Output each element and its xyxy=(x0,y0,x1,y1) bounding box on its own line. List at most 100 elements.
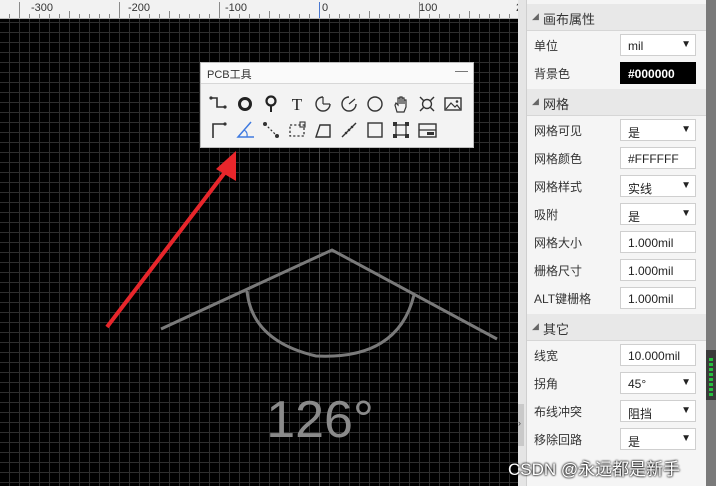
row-snap-size: 栅格尺寸 1.000mil xyxy=(527,256,707,284)
ruler-tick xyxy=(509,14,510,18)
meter-bar xyxy=(709,383,713,386)
background-color-field[interactable]: #000000 xyxy=(620,62,696,84)
grid-size-input[interactable]: 1.000mil xyxy=(620,231,696,253)
grid-visible-label: 网格可见 xyxy=(534,124,583,138)
corner-select[interactable]: 45° ▼ xyxy=(620,372,696,394)
ruler-tick xyxy=(199,14,200,18)
snap-size-input[interactable]: 1.000mil xyxy=(620,259,696,281)
chevron-down-icon: ▼ xyxy=(681,208,691,219)
pad-icon[interactable] xyxy=(234,93,256,115)
arc-icon[interactable] xyxy=(312,93,334,115)
section-canvas-properties[interactable]: ◢ 画布属性 xyxy=(527,4,707,31)
ruler-tick xyxy=(459,14,460,18)
ruler-tick xyxy=(379,14,380,18)
ruler-tick xyxy=(69,11,70,18)
ruler-tick xyxy=(19,2,20,18)
grid-style-label: 网格样式 xyxy=(534,180,583,194)
meter-bar xyxy=(709,378,713,381)
chevron-down-icon: ▼ xyxy=(681,433,691,444)
ruler-tick xyxy=(9,14,10,18)
snap-select[interactable]: 是 ▼ xyxy=(620,203,696,225)
row-grid-style: 网格样式 实线 ▼ xyxy=(527,172,707,200)
grid-style-select[interactable]: 实线 ▼ xyxy=(620,175,696,197)
connect-icon[interactable] xyxy=(260,119,282,141)
line-width-label: 线宽 xyxy=(534,349,559,363)
ruler-tick xyxy=(339,14,340,18)
arrow-shaft xyxy=(105,169,228,329)
ruler-tick xyxy=(439,14,440,18)
ruler-tick xyxy=(149,14,150,18)
ruler-tick xyxy=(229,14,230,18)
ruler-tick xyxy=(389,14,390,18)
unit-select[interactable]: mil ▼ xyxy=(620,34,696,56)
ruler-tick xyxy=(89,14,90,18)
section-other[interactable]: ◢ 其它 xyxy=(527,314,707,341)
section-grid[interactable]: ◢ 网格 xyxy=(527,89,707,116)
pan-hand-icon[interactable] xyxy=(390,93,412,115)
row-grid-visible: 网格可见 是 ▼ xyxy=(527,116,707,144)
section-title: 画布属性 xyxy=(543,12,596,27)
ruler-tick xyxy=(279,14,280,18)
layout-icon[interactable] xyxy=(416,119,438,141)
meter-bar xyxy=(709,363,713,366)
dimension-icon[interactable] xyxy=(338,119,360,141)
corner-label: 拐角 xyxy=(534,377,559,391)
track-icon[interactable] xyxy=(208,93,230,115)
ruler-tick xyxy=(259,14,260,18)
polygon-icon[interactable] xyxy=(312,119,334,141)
ruler-tick xyxy=(209,14,210,18)
ruler-tick xyxy=(499,14,500,18)
unit-label: 单位 xyxy=(534,39,559,53)
ruler-tick xyxy=(359,14,360,18)
image-origin-icon[interactable] xyxy=(416,93,438,115)
text-icon[interactable]: T xyxy=(286,93,308,115)
snap-label: 吸附 xyxy=(534,208,559,222)
ruler-tick xyxy=(79,14,80,18)
ruler-tick xyxy=(139,14,140,18)
properties-panel: ◢ 画布属性 单位 mil ▼ 背景色 #000000 ◢ 网格 网格可见 是 ▼ … xyxy=(526,0,707,486)
arc-ccw-icon[interactable] xyxy=(338,93,360,115)
copper-area-icon[interactable] xyxy=(390,119,412,141)
ruler-tick xyxy=(249,14,250,18)
ruler-tick xyxy=(99,14,100,18)
row-line-width: 线宽 10.000mil xyxy=(527,341,707,369)
ruler-tick xyxy=(329,14,330,18)
ruler-tick xyxy=(59,14,60,18)
chevron-down-icon: ▼ xyxy=(681,405,691,416)
section-title: 其它 xyxy=(543,322,570,337)
arrow-head xyxy=(216,151,236,181)
grid-visible-select[interactable]: 是 ▼ xyxy=(620,119,696,141)
pcb-tools-header[interactable]: PCB工具 — xyxy=(201,63,473,84)
row-conflict: 布线冲突 阻挡 ▼ xyxy=(527,397,707,425)
meter-bar xyxy=(709,373,713,376)
ruler-tick xyxy=(219,2,220,18)
rectangle-icon[interactable] xyxy=(364,119,386,141)
remove-loop-select[interactable]: 是 ▼ xyxy=(620,428,696,450)
conflict-select[interactable]: 阻挡 ▼ xyxy=(620,400,696,422)
rectangle-dashed-icon[interactable] xyxy=(286,119,308,141)
angle-value-label: 126° xyxy=(266,391,374,449)
angle-dimension-icon[interactable] xyxy=(234,119,256,141)
remove-loop-label: 移除回路 xyxy=(534,433,583,447)
ruler-tick xyxy=(189,14,190,18)
pcb-tools-title: PCB工具 xyxy=(207,69,252,81)
ruler-tick xyxy=(29,14,30,18)
ruler-tick xyxy=(399,14,400,18)
angle-lines xyxy=(160,248,498,341)
ruler-tick xyxy=(449,14,450,18)
collapse-panel-button[interactable]: › xyxy=(518,404,524,446)
image-icon[interactable] xyxy=(442,93,464,115)
horizontal-ruler: -300-200-1000100200 xyxy=(0,0,518,19)
circle-icon[interactable] xyxy=(364,93,386,115)
alt-snap-input[interactable]: 1.000mil xyxy=(620,287,696,309)
via-icon[interactable] xyxy=(260,93,282,115)
row-grid-size: 网格大小 1.000mil xyxy=(527,228,707,256)
minimize-button[interactable]: — xyxy=(455,63,468,78)
ruler-label: 0 xyxy=(322,2,329,14)
collapse-triangle-icon: ◢ xyxy=(532,321,539,331)
grid-color-field[interactable]: #FFFFFF xyxy=(620,147,696,169)
ruler-label: -200 xyxy=(128,2,151,14)
row-corner: 拐角 45° ▼ xyxy=(527,369,707,397)
corner-icon[interactable] xyxy=(208,119,230,141)
line-width-input[interactable]: 10.000mil xyxy=(620,344,696,366)
